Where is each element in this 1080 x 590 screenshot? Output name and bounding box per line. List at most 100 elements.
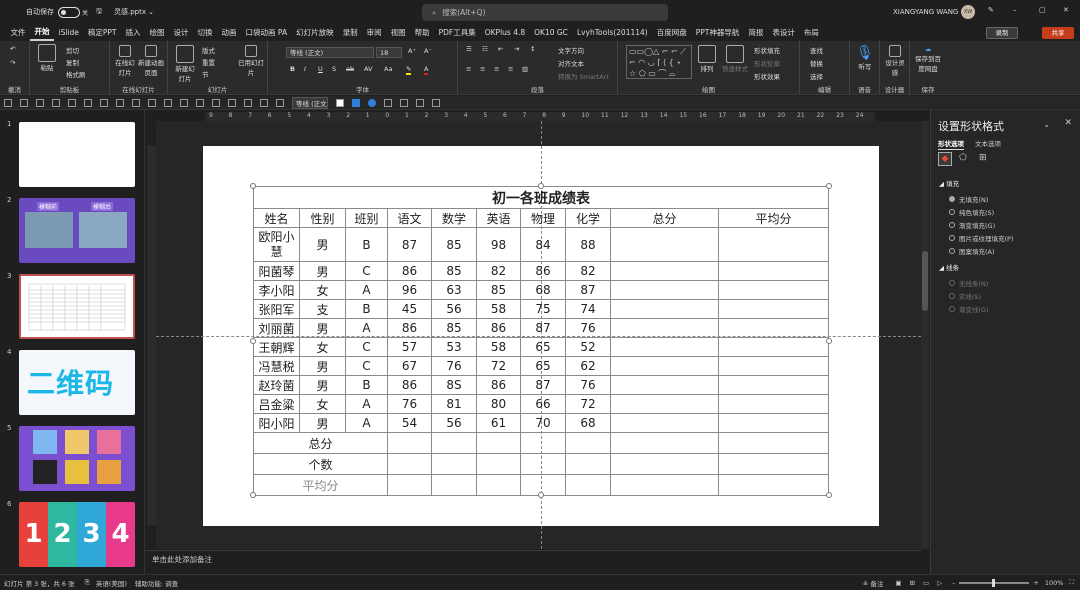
- align-text-button[interactable]: 对齐文本: [558, 58, 584, 68]
- table-cell[interactable]: [718, 261, 829, 281]
- table-cell[interactable]: 87: [520, 375, 566, 395]
- table-cell[interactable]: 72: [476, 356, 521, 376]
- table-cell[interactable]: 赵玲菌: [253, 375, 300, 395]
- table-cell[interactable]: 女: [299, 280, 346, 300]
- new-slide-button[interactable]: 新建幻灯片: [174, 45, 196, 83]
- slideshow-icon[interactable]: ▷: [937, 579, 942, 587]
- vertical-scrollbar[interactable]: [921, 121, 929, 549]
- toolbar-font-select[interactable]: 等线 (正文): [292, 96, 328, 109]
- toolbar-icon[interactable]: [336, 98, 344, 107]
- table-cell[interactable]: 67: [387, 356, 432, 376]
- shape-fill-button[interactable]: 形状填充: [754, 45, 780, 55]
- toolbar-icon[interactable]: [228, 98, 236, 107]
- table-cell[interactable]: 86: [387, 375, 432, 395]
- table-cell[interactable]: [718, 356, 829, 376]
- save-baidu-button[interactable]: ☁ 保存到百度网盘: [914, 45, 942, 73]
- tab-text-options[interactable]: 文本选项: [975, 138, 1001, 148]
- table-cell[interactable]: 57: [387, 337, 432, 357]
- resize-handle[interactable]: [826, 183, 832, 189]
- table-cell[interactable]: 84: [520, 227, 566, 262]
- table-cell[interactable]: 李小阳: [253, 280, 300, 300]
- accessibility-status[interactable]: 辅助功能: 调查: [135, 578, 178, 588]
- toolbar-icon[interactable]: [132, 98, 140, 107]
- toolbar-icon[interactable]: [36, 98, 44, 107]
- table-cell[interactable]: [610, 432, 719, 454]
- table-cell[interactable]: [476, 474, 521, 496]
- table-cell[interactable]: [718, 453, 829, 475]
- tab-18[interactable]: LvyhTools(201114): [572, 24, 652, 41]
- table-cell[interactable]: 58: [476, 299, 521, 319]
- zoom-level[interactable]: 100%: [1045, 579, 1064, 587]
- table-cell[interactable]: [431, 432, 477, 454]
- text-direction-button[interactable]: 文字方向: [558, 45, 584, 55]
- table-cell[interactable]: [718, 337, 829, 357]
- table-cell[interactable]: 阳小阳: [253, 413, 300, 433]
- table-cell[interactable]: 85: [476, 280, 521, 300]
- table-cell[interactable]: C: [345, 261, 388, 281]
- table-cell[interactable]: 86: [476, 375, 521, 395]
- quick-styles-button[interactable]: 快速样式: [722, 45, 748, 73]
- slide-thumb-5[interactable]: [19, 426, 135, 491]
- zoom-in-icon[interactable]: +: [1033, 579, 1038, 587]
- table-cell[interactable]: [565, 432, 611, 454]
- designer-button[interactable]: 设计灵感: [884, 45, 906, 77]
- bullets-icon[interactable]: ☰: [466, 45, 472, 53]
- shape-effect-button[interactable]: 形状效果: [754, 71, 780, 81]
- table-cell[interactable]: 76: [431, 356, 477, 376]
- tab-16[interactable]: OKPlus 4.8: [480, 24, 529, 41]
- section-button[interactable]: 节: [202, 69, 209, 79]
- table-cell[interactable]: 男: [299, 413, 346, 433]
- arrange-button[interactable]: 排列: [698, 45, 716, 73]
- table-cell[interactable]: 65: [520, 337, 566, 357]
- online-slides-button[interactable]: 在线幻灯片: [114, 45, 136, 77]
- font-name-select[interactable]: 等线 (正文): [286, 47, 374, 58]
- highlight-icon[interactable]: ✎: [406, 65, 412, 75]
- table-cell[interactable]: [718, 280, 829, 300]
- table-cell[interactable]: 62: [565, 356, 611, 376]
- slide-thumb-3[interactable]: [19, 274, 135, 339]
- table-cell[interactable]: 女: [299, 337, 346, 357]
- table-cell[interactable]: 53: [431, 337, 477, 357]
- select-button[interactable]: 选择: [810, 71, 823, 81]
- toolbar-icon[interactable]: [52, 98, 60, 107]
- table-cell[interactable]: 王朝辉: [253, 337, 300, 357]
- table-cell[interactable]: 吕金粱: [253, 394, 300, 414]
- tab-6[interactable]: 设计: [169, 24, 193, 41]
- toolbar-icon[interactable]: [416, 98, 424, 107]
- table-cell[interactable]: [431, 474, 477, 496]
- radio-solid-fill[interactable]: 纯色填充(S): [949, 207, 994, 217]
- table-cell[interactable]: [610, 394, 719, 414]
- table-title[interactable]: 初一各班成绩表: [253, 186, 829, 209]
- table-cell[interactable]: 70: [520, 413, 566, 433]
- tab-3[interactable]: 稿定PPT: [83, 24, 121, 41]
- tab-22[interactable]: 表设计: [768, 24, 800, 41]
- table-cell[interactable]: 85: [431, 227, 477, 262]
- format-painter-button[interactable]: 格式刷: [66, 69, 86, 79]
- table-cell[interactable]: 86: [387, 318, 432, 338]
- shapes-gallery[interactable]: ▭▭◯△ ⌐ ⌐ ⟋ ⌐ ◠ ◡ ⌈ ⟨ { ⋆ ☆ ⬠ ▭ ⌒ ⌓: [626, 45, 692, 79]
- table-cell[interactable]: 男: [299, 375, 346, 395]
- reading-view-icon[interactable]: ▭: [923, 579, 929, 587]
- columns-icon[interactable]: ▥: [522, 65, 528, 73]
- table-cell[interactable]: 86: [387, 261, 432, 281]
- tab-0[interactable]: 文件: [6, 24, 30, 41]
- radio-gradient-fill[interactable]: 渐变填充(G): [949, 220, 995, 230]
- fill-section-header[interactable]: ◢ 填充: [939, 178, 959, 188]
- resize-handle[interactable]: [250, 492, 256, 498]
- table-cell[interactable]: A: [345, 318, 388, 338]
- tab-4[interactable]: 插入: [121, 24, 145, 41]
- table-cell[interactable]: 72: [565, 394, 611, 414]
- tab-21[interactable]: 简报: [744, 24, 768, 41]
- table-footer-label[interactable]: 个数: [253, 453, 388, 475]
- table-cell[interactable]: A: [345, 413, 388, 433]
- tab-15[interactable]: PDF工具集: [434, 24, 480, 41]
- new-online-button[interactable]: 新建动画页面: [138, 45, 164, 77]
- table-cell[interactable]: [431, 453, 477, 475]
- tab-12[interactable]: 审阅: [362, 24, 386, 41]
- table-cell[interactable]: 86: [476, 318, 521, 338]
- table-cell[interactable]: 58: [476, 337, 521, 357]
- toolbar-icon[interactable]: [196, 98, 204, 107]
- italic-icon[interactable]: I: [304, 65, 306, 73]
- chevron-down-icon[interactable]: ⌄: [1043, 120, 1050, 129]
- reset-button[interactable]: 重置: [202, 57, 215, 67]
